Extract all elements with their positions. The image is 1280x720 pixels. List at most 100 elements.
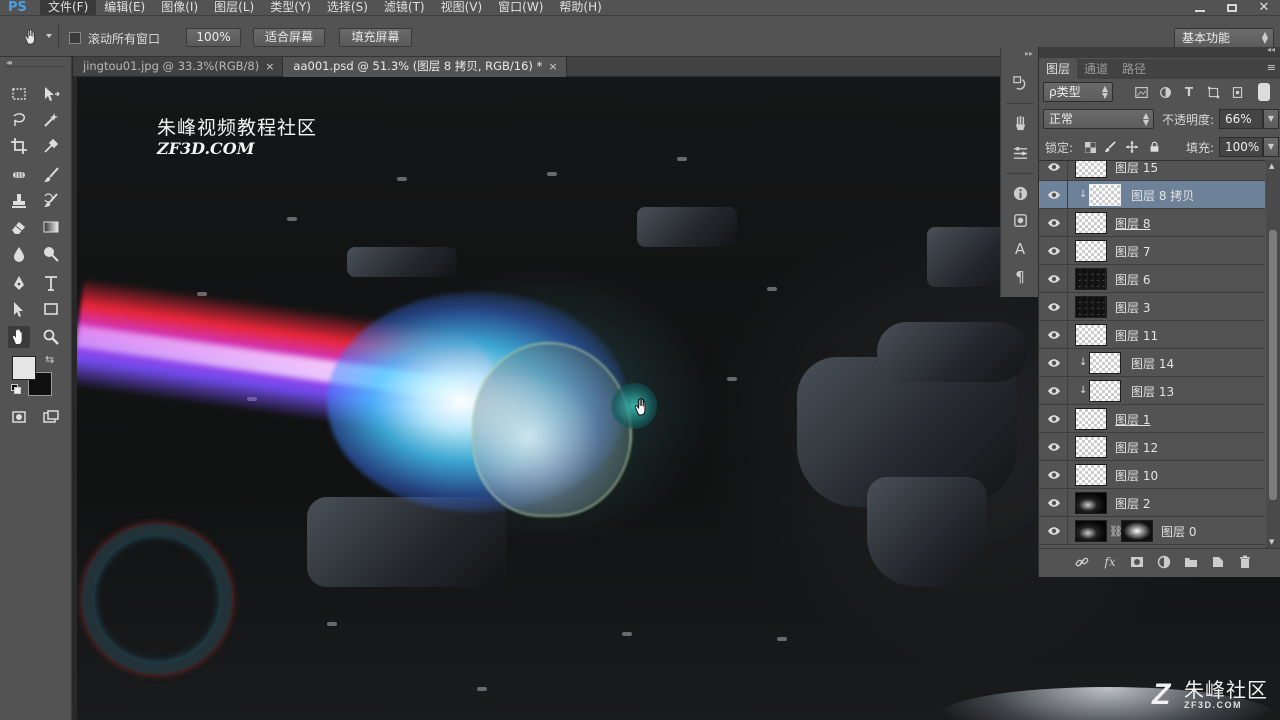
menu-item[interactable]: 视图(V) [433, 0, 491, 15]
panel-menu-icon[interactable]: ≡ [1267, 61, 1276, 74]
info-panel-icon[interactable] [1010, 183, 1030, 203]
layer-thumbnail[interactable] [1075, 464, 1107, 486]
type-tool-icon[interactable] [40, 272, 62, 294]
lock-transparent-pixels-icon[interactable] [1083, 140, 1097, 154]
hand-tool-preset-icon[interactable] [22, 28, 42, 46]
filter-pixel-icon[interactable] [1133, 84, 1149, 100]
menu-item[interactable]: 滤镜(T) [376, 0, 433, 15]
filter-adjustment-icon[interactable] [1157, 84, 1173, 100]
filter-type-icon[interactable]: T [1181, 84, 1197, 100]
close-tab-icon[interactable]: × [548, 60, 557, 73]
lasso-tool-icon[interactable] [8, 109, 30, 131]
swap-colors-icon[interactable]: ⇆ [45, 353, 54, 366]
visibility-eye-icon[interactable] [1047, 413, 1061, 425]
visibility-eye-icon[interactable] [1047, 525, 1061, 537]
trash-icon[interactable] [1236, 554, 1254, 570]
adjustment-layer-icon[interactable] [1155, 554, 1173, 570]
visibility-eye-icon[interactable] [1047, 161, 1061, 173]
brush-tool-icon[interactable] [40, 164, 62, 186]
lock-image-pixels-icon[interactable] [1103, 140, 1117, 154]
link-layers-icon[interactable] [1073, 554, 1091, 570]
filter-toggle-switch[interactable] [1258, 83, 1270, 101]
menu-item[interactable]: 图层(L) [206, 0, 262, 15]
layer-thumbnail[interactable] [1075, 324, 1107, 346]
menu-item[interactable]: 选择(S) [319, 0, 376, 15]
panel-tab[interactable]: 路径 [1115, 59, 1153, 79]
rectangular-marquee-tool-icon[interactable] [8, 83, 30, 105]
spot-healing-brush-tool-icon[interactable] [8, 164, 30, 186]
visibility-eye-icon[interactable] [1047, 217, 1061, 229]
layer-row[interactable]: 图层 15 [1039, 161, 1265, 181]
move-tool-icon[interactable] [40, 83, 62, 105]
zoom-100-button[interactable]: 100% [186, 28, 241, 47]
layer-thumbnail[interactable] [1075, 408, 1107, 430]
scroll-down-icon[interactable]: ▼ [1269, 538, 1274, 546]
eraser-tool-icon[interactable] [8, 216, 30, 238]
layer-thumbnail[interactable] [1075, 296, 1107, 318]
screen-mode-icon[interactable] [40, 406, 62, 428]
add-mask-icon[interactable] [1128, 554, 1146, 570]
history-panel-icon[interactable] [1010, 73, 1030, 93]
layer-mask-thumbnail[interactable] [1121, 520, 1153, 542]
scroll-all-windows-checkbox[interactable] [69, 32, 81, 44]
layer-thumbnail[interactable] [1075, 268, 1107, 290]
dodge-tool-icon[interactable] [40, 243, 62, 265]
default-colors-icon[interactable] [11, 384, 21, 394]
close-window-button[interactable]: ✕ [1248, 0, 1280, 15]
hand-tool-icon[interactable] [8, 326, 30, 348]
layer-thumbnail[interactable] [1075, 436, 1107, 458]
layer-row[interactable]: 图层 11 [1039, 321, 1265, 349]
pen-tool-icon[interactable] [8, 272, 30, 294]
layers-scrollbar[interactable]: ▲ ▼ [1266, 160, 1280, 548]
opacity-input[interactable]: 66% [1219, 109, 1263, 129]
workspace-select[interactable]: 基本功能 ▲ ▼ [1174, 28, 1274, 48]
lock-position-icon[interactable] [1125, 140, 1139, 154]
layer-row[interactable]: 图层 1 [1039, 405, 1265, 433]
layer-thumbnail[interactable] [1075, 520, 1107, 542]
new-layer-icon[interactable] [1209, 554, 1227, 570]
expand-panels-icon[interactable]: ▸▸ [1025, 49, 1033, 58]
visibility-eye-icon[interactable] [1047, 189, 1061, 201]
layer-row[interactable]: 图层 2 [1039, 489, 1265, 517]
clone-stamp-tool-icon[interactable] [8, 190, 30, 212]
panel-tab[interactable]: 通道 [1077, 59, 1115, 79]
fill-dropdown-icon[interactable]: ▼ [1263, 137, 1279, 157]
blur-tool-icon[interactable] [8, 243, 30, 265]
layer-row[interactable]: 图层 3 [1039, 293, 1265, 321]
layer-row[interactable]: 图层 10 [1039, 461, 1265, 489]
layer-row[interactable]: ↓ 图层 13 [1039, 377, 1265, 405]
menu-item[interactable]: 图像(I) [153, 0, 206, 15]
restore-button[interactable] [1216, 0, 1248, 15]
magic-wand-tool-icon[interactable] [40, 109, 62, 131]
layer-thumbnail[interactable] [1089, 184, 1121, 206]
lock-all-icon[interactable] [1147, 140, 1161, 154]
close-tab-icon[interactable]: × [265, 60, 274, 73]
panel-tab[interactable]: 图层 [1039, 59, 1078, 79]
menu-item[interactable]: 帮助(H) [551, 0, 609, 15]
layer-thumbnail[interactable] [1075, 240, 1107, 262]
layer-thumbnail[interactable] [1075, 492, 1107, 514]
properties-panel-icon[interactable] [1010, 210, 1030, 230]
visibility-eye-icon[interactable] [1047, 273, 1061, 285]
fill-screen-button[interactable]: 填充屏幕 [339, 28, 412, 47]
zoom-tool-icon[interactable] [40, 326, 62, 348]
layer-thumbnail[interactable] [1089, 352, 1121, 374]
collapse-panel-icon[interactable]: ◂◂ [1267, 45, 1275, 54]
filter-kind-select[interactable]: ρ类型 ▲ ▼ [1043, 82, 1113, 102]
group-folder-icon[interactable] [1182, 554, 1200, 570]
toolbox-grip[interactable]: ◂◂ [4, 58, 66, 67]
visibility-eye-icon[interactable] [1047, 301, 1061, 313]
blend-mode-select[interactable]: 正常 ▲ ▼ [1043, 109, 1154, 129]
visibility-eye-icon[interactable] [1047, 385, 1061, 397]
fx-icon[interactable]: fx [1101, 554, 1119, 570]
menu-item[interactable]: 窗口(W) [490, 0, 551, 15]
document-tab[interactable]: aa001.psd @ 51.3% (图层 8 拷贝, RGB/16) * × [283, 57, 567, 77]
filter-smart-object-icon[interactable] [1229, 84, 1245, 100]
layer-thumbnail[interactable] [1075, 161, 1107, 178]
layer-row[interactable]: 图层 6 [1039, 265, 1265, 293]
crop-tool-icon[interactable] [8, 135, 30, 157]
visibility-eye-icon[interactable] [1047, 469, 1061, 481]
layer-thumbnail[interactable] [1075, 212, 1107, 234]
visibility-eye-icon[interactable] [1047, 329, 1061, 341]
visibility-eye-icon[interactable] [1047, 357, 1061, 369]
